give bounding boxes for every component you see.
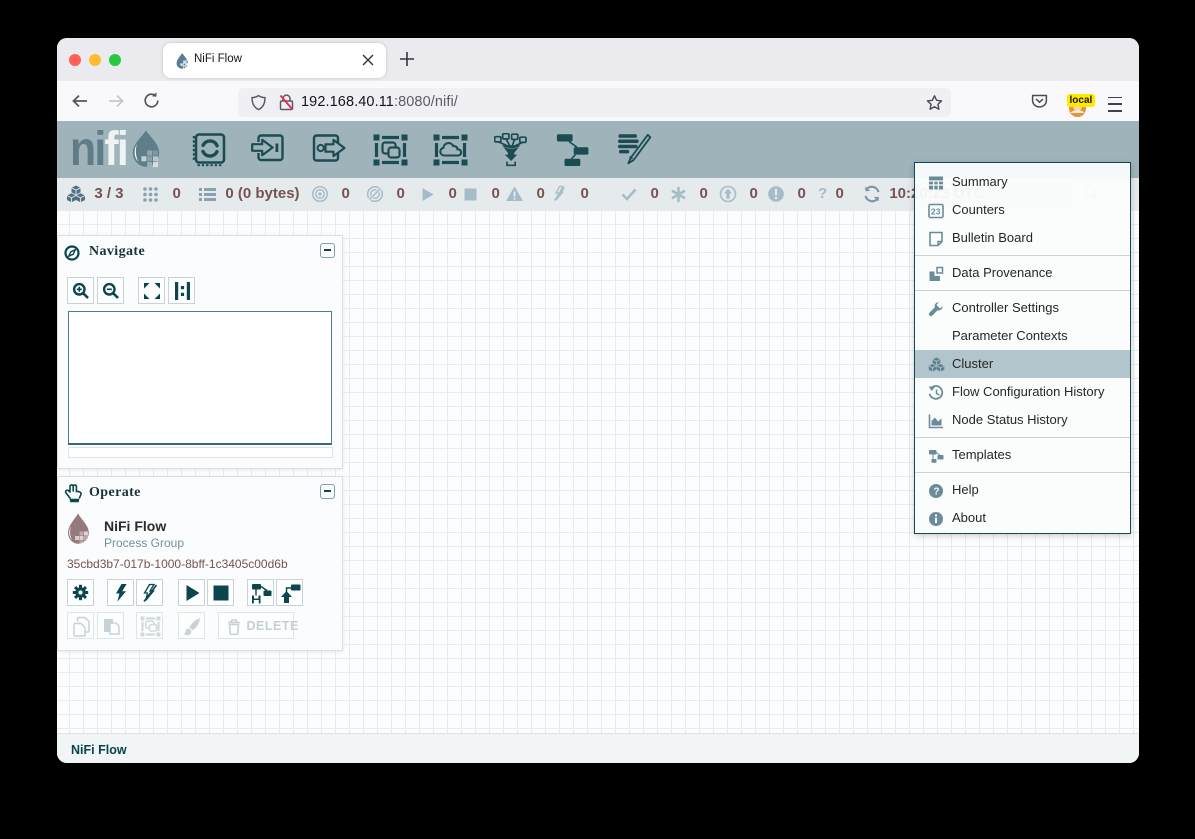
- svg-text:23: 23: [931, 207, 941, 217]
- svg-text:?: ?: [933, 487, 939, 498]
